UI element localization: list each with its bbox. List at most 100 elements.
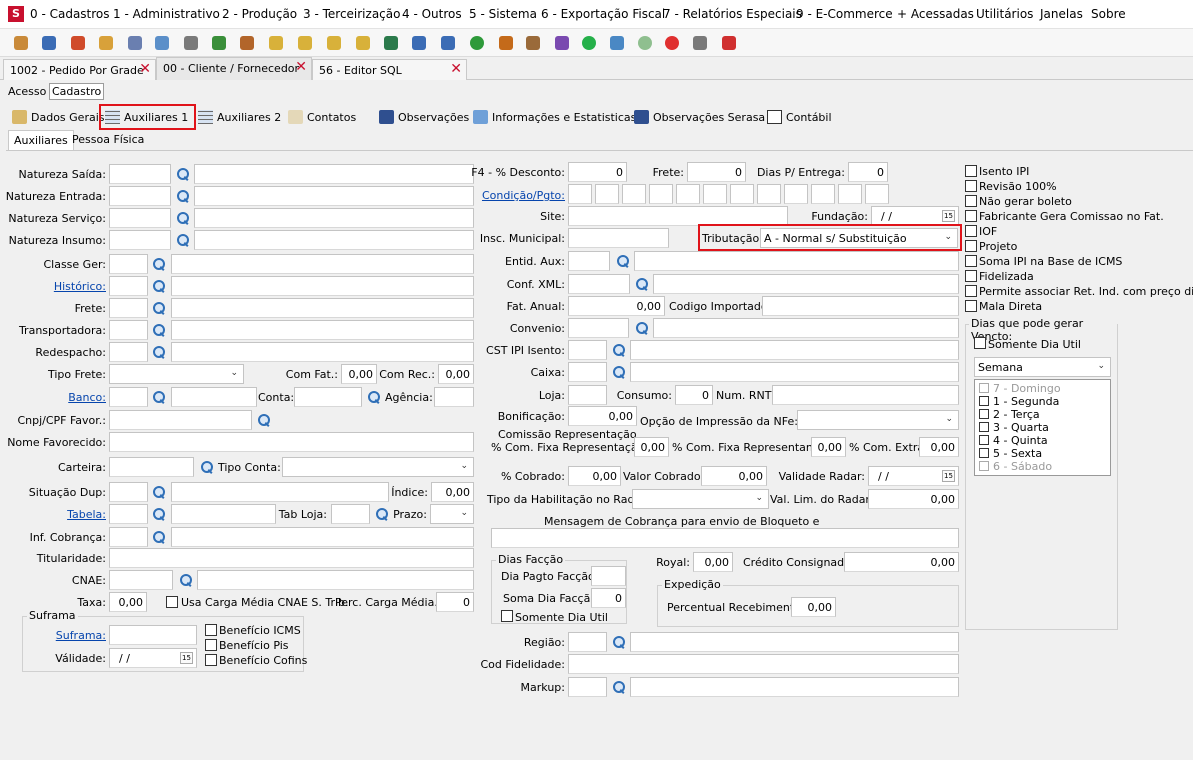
doc-tab-editor-sql[interactable]: 56 - Editor SQL ✕	[312, 59, 467, 80]
day-checkbox[interactable]	[979, 383, 989, 393]
condicao-pgto-link[interactable]: Condição/Pgto:	[470, 189, 565, 202]
conta-input[interactable]	[294, 387, 362, 407]
search-icon[interactable]	[176, 167, 190, 181]
inf-cobranca-input[interactable]	[109, 527, 148, 547]
prazo-select[interactable]: ⌄	[430, 504, 474, 524]
option-checkbox[interactable]	[965, 240, 977, 252]
power-icon[interactable]	[661, 32, 683, 54]
perc-carga-input[interactable]: 0	[436, 592, 474, 612]
periodo-select[interactable]: Semana ⌄	[974, 357, 1111, 377]
condicao-pgto-day-input[interactable]	[568, 184, 592, 204]
tab-cadastro[interactable]: Cadastro	[49, 83, 105, 100]
valor-cobrado-input[interactable]: 0,00	[701, 466, 767, 486]
conf-xml-input[interactable]	[568, 274, 630, 294]
num-rntrc-input[interactable]	[772, 385, 959, 405]
menu-sistema[interactable]: 5 - Sistema	[469, 7, 537, 21]
dias-entrega-input[interactable]: 0	[848, 162, 888, 182]
consumo-input[interactable]: 0	[675, 385, 713, 405]
menu-sobre[interactable]: Sobre	[1091, 7, 1126, 21]
faccao-somente-dia-util-checkbox[interactable]	[501, 610, 513, 622]
condicao-pgto-day-input[interactable]	[838, 184, 862, 204]
com-extra-input[interactable]: 0,00	[919, 437, 959, 457]
option-checkbox[interactable]	[965, 180, 977, 192]
regiao-input[interactable]	[568, 632, 607, 652]
search-icon[interactable]	[152, 323, 166, 337]
codigo-importado-input[interactable]	[762, 296, 959, 316]
vencto-somente-dia-util-checkbox[interactable]	[974, 337, 986, 349]
com-fixa-representante-input[interactable]: 0,00	[811, 437, 846, 457]
tab-dados-gerais[interactable]: Dados Gerais	[8, 106, 109, 128]
search-icon[interactable]	[152, 530, 166, 544]
condicao-pgto-day-input[interactable]	[703, 184, 727, 204]
search-icon[interactable]	[257, 413, 271, 427]
tab-auxiliares[interactable]: Auxiliares	[8, 130, 74, 151]
percentual-recebimento-input[interactable]: 0,00	[791, 597, 836, 617]
search-icon[interactable]	[152, 390, 166, 404]
day-checkbox[interactable]	[979, 409, 989, 419]
doc-edit-icon[interactable]	[408, 32, 430, 54]
option-checkbox[interactable]	[965, 210, 977, 222]
cnae-input[interactable]	[109, 570, 173, 590]
suframa-link[interactable]: Suframa:	[0, 629, 106, 642]
validade-radar-date[interactable]: / / 15	[868, 466, 959, 486]
doc-tab-cliente-fornecedor[interactable]: 00 - Cliente / Fornecedor ✕	[156, 57, 312, 80]
site-input[interactable]	[568, 206, 788, 226]
tab-loja-input[interactable]	[331, 504, 370, 524]
soma-dia-faccao-input[interactable]: 0	[591, 588, 626, 608]
credito-consignado-input[interactable]: 0,00	[844, 552, 959, 572]
tributacao-select[interactable]: A - Normal s/ Substituição ⌄	[760, 228, 958, 248]
caixa-input[interactable]	[568, 362, 607, 382]
menu-outros[interactable]: 4 - Outros	[402, 7, 462, 21]
suframa-input[interactable]	[109, 625, 197, 645]
tipo-frete-select[interactable]: ⌄	[109, 364, 244, 384]
tab-auxiliares-1[interactable]: Auxiliares 1	[99, 104, 196, 130]
f4-desconto-input[interactable]: 0	[568, 162, 627, 182]
tree-icon[interactable]	[380, 32, 402, 54]
search-icon[interactable]	[152, 485, 166, 499]
convenio-input[interactable]	[568, 318, 629, 338]
natureza-saida-input[interactable]	[109, 164, 171, 184]
beneficio-cofins-checkbox[interactable]	[205, 654, 217, 666]
condicao-pgto-day-input[interactable]	[865, 184, 889, 204]
menu-cadastros[interactable]: 0 - Cadastros	[30, 7, 110, 21]
tipo-habilitacao-select[interactable]: ⌄	[632, 489, 769, 509]
transportadora-input[interactable]	[109, 320, 148, 340]
com-fat-input[interactable]: 0,00	[341, 364, 377, 384]
search-icon[interactable]	[612, 365, 626, 379]
tab-observacoes-serasa[interactable]: Observações Serasa	[630, 106, 769, 128]
search-icon[interactable]	[612, 343, 626, 357]
natureza-entrada-input[interactable]	[109, 186, 171, 206]
com-rec-input[interactable]: 0,00	[438, 364, 474, 384]
monitor-icon[interactable]	[606, 32, 628, 54]
people-icon[interactable]	[10, 32, 32, 54]
option-checkbox[interactable]	[965, 285, 977, 297]
tabela-input[interactable]	[109, 504, 148, 524]
option-checkbox[interactable]	[965, 300, 977, 312]
menu-exportacao-fiscal[interactable]: 6 - Exportação Fiscal	[541, 7, 665, 21]
search-icon[interactable]	[176, 211, 190, 225]
flag-icon[interactable]	[522, 32, 544, 54]
insc-municipal-input[interactable]	[568, 228, 669, 248]
dia-pagto-faccao-input[interactable]	[591, 566, 626, 586]
battery-icon[interactable]	[495, 32, 517, 54]
gear-icon[interactable]	[124, 32, 146, 54]
folder-check-icon[interactable]	[323, 32, 345, 54]
natureza-servico-input[interactable]	[109, 208, 171, 228]
condicao-pgto-day-input[interactable]	[676, 184, 700, 204]
banco-input[interactable]	[109, 387, 148, 407]
search-icon[interactable]	[635, 321, 649, 335]
menu-administrativo[interactable]: 1 - Administrativo	[113, 7, 220, 21]
search-icon[interactable]	[200, 460, 214, 474]
classe-ger-input[interactable]	[109, 254, 148, 274]
search-icon[interactable]	[367, 390, 381, 404]
ok-icon[interactable]	[466, 32, 488, 54]
box-icon[interactable]	[236, 32, 258, 54]
search-icon[interactable]	[179, 573, 193, 587]
taxa-input[interactable]: 0,00	[109, 592, 147, 612]
day-checkbox[interactable]	[979, 461, 989, 471]
option-checkbox[interactable]	[965, 165, 977, 177]
menu-acessadas[interactable]: + Acessadas	[897, 7, 974, 21]
beneficio-icms-checkbox[interactable]	[205, 624, 217, 636]
frete-mid-input[interactable]: 0	[687, 162, 746, 182]
search-icon[interactable]	[152, 257, 166, 271]
